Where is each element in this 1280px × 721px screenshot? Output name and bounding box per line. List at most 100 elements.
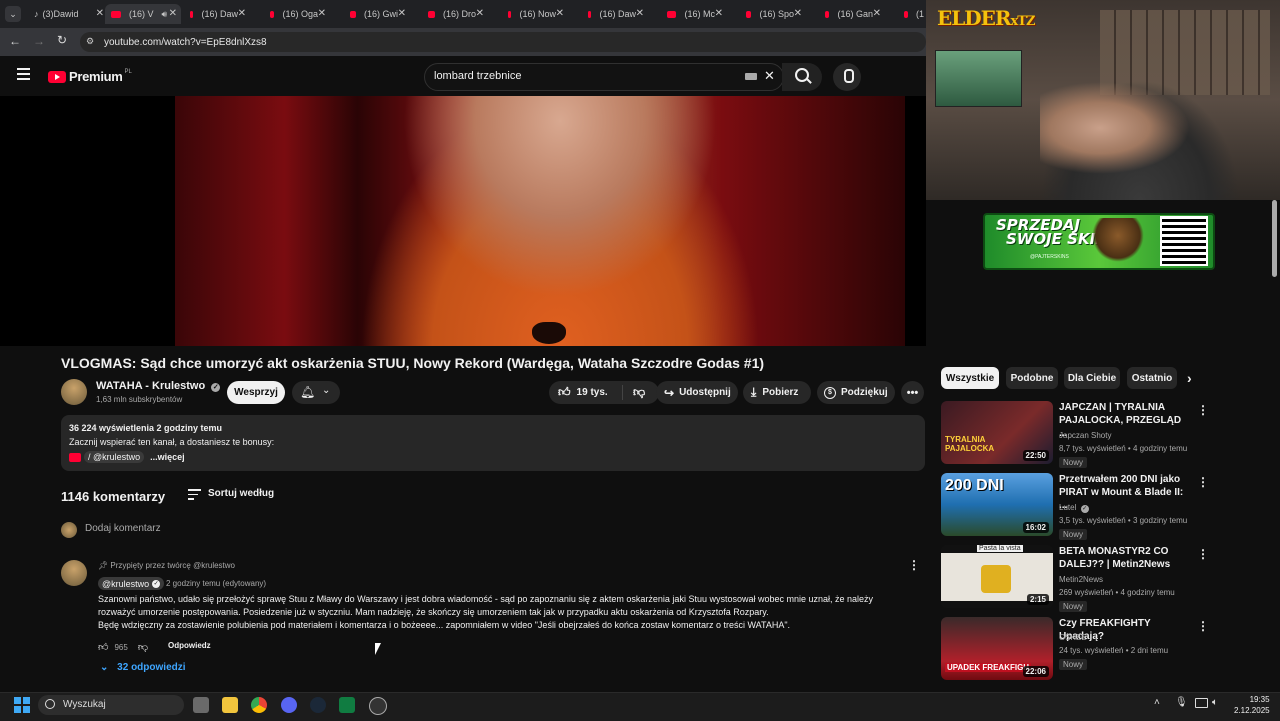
steam-icon[interactable] <box>310 697 326 713</box>
close-icon[interactable]: ✕ <box>556 8 564 19</box>
speaker-icon[interactable]: 🔊︎ <box>162 9 168 20</box>
close-icon[interactable]: ✕ <box>398 8 406 19</box>
more-icon[interactable]: ⋮ <box>1197 475 1209 489</box>
close-icon[interactable]: ✕ <box>169 8 177 19</box>
browser-tab[interactable]: (16) Mc ✕ <box>667 4 723 24</box>
browser-tab[interactable]: (1 <box>904 4 924 24</box>
recommendation-channel[interactable]: Metin2News <box>1059 575 1103 584</box>
recommendation-channel[interactable]: Japczan Shoty <box>1059 431 1111 440</box>
site-info-icon[interactable]: ⚙ <box>86 36 94 47</box>
recommendation-item[interactable]: Pasta la vista 2:15 BETA MONASTYR2 CO DA… <box>941 545 1211 612</box>
chip-all[interactable]: Wszystkie <box>941 367 999 389</box>
browser-tab[interactable]: (16) Dro ✕ <box>428 4 484 24</box>
browser-tab[interactable]: (16) Spo ✕ <box>746 4 802 24</box>
taskbar-clock[interactable]: 19:35 2.12.2025 <box>1234 694 1270 716</box>
chip-for-you[interactable]: Dla Ciebie <box>1064 367 1120 389</box>
display-icon[interactable] <box>1195 698 1208 708</box>
join-button[interactable]: Wesprzyj <box>227 381 285 404</box>
youtube-logo[interactable]: Premium PL <box>48 69 132 84</box>
notifications-button[interactable]: 🔔︎ ⌄ <box>292 381 340 404</box>
reload-icon[interactable]: ↻ <box>57 33 67 47</box>
keyboard-icon[interactable] <box>745 73 757 80</box>
close-icon[interactable]: ✕ <box>794 8 802 19</box>
share-button[interactable]: ↪ Udostępnij <box>656 381 738 404</box>
clear-search-icon[interactable]: ✕ <box>764 68 775 84</box>
scrollbar[interactable] <box>1272 200 1277 277</box>
add-comment-input[interactable]: Dodaj komentarz <box>85 523 161 534</box>
discord-icon[interactable] <box>281 697 297 713</box>
video-thumbnail[interactable]: Pasta la vista 2:15 <box>941 545 1053 608</box>
browser-tab[interactable]: ♪ (3)Dawid ✕ <box>34 4 104 24</box>
back-icon[interactable]: ← <box>9 34 21 48</box>
menu-icon[interactable] <box>17 68 30 80</box>
forward-icon[interactable]: → <box>33 34 45 48</box>
chip-recent[interactable]: Ostatnio <box>1127 367 1177 389</box>
search-value[interactable]: lombard trzebnice <box>434 70 521 82</box>
windows-start-icon[interactable] <box>14 697 30 713</box>
thumbs-down-icon[interactable]: 👎︎ <box>138 641 148 653</box>
thumbs-up-icon[interactable]: 👍︎ <box>98 641 108 653</box>
show-replies-button[interactable]: ⌄ 32 odpowiedzi <box>100 662 186 673</box>
app-icon[interactable] <box>369 697 387 715</box>
comment-more-icon[interactable]: ⋮ <box>908 558 920 572</box>
thumbnail-text: TYRALNIA PAJALOCKA <box>945 435 995 453</box>
recommendation-item[interactable]: TYRALNIA PAJALOCKA 22:50 JAPCZAN | TYRAL… <box>941 401 1211 468</box>
reply-button[interactable]: Odpowiedz <box>168 641 211 650</box>
chrome-icon[interactable] <box>251 697 267 713</box>
channel-name-text[interactable]: WATAHA - Krulestwo <box>96 380 205 392</box>
browser-tab[interactable]: (16) Oga ✕ <box>270 4 326 24</box>
excel-icon[interactable] <box>339 697 355 713</box>
close-icon[interactable]: ✕ <box>715 8 723 19</box>
recommendation-channel[interactable]: OSKEE <box>1059 633 1087 642</box>
taskbar-search[interactable] <box>38 695 184 715</box>
close-icon[interactable]: ✕ <box>238 8 246 19</box>
recommendation-title[interactable]: BETA MONASTYR2 CO DALEJ?? | Metin2News <box>1059 545 1189 571</box>
channel-handle-link[interactable]: / @krulestwo <box>84 451 145 463</box>
dislike-button[interactable]: 👎︎ <box>623 385 645 400</box>
url-text[interactable]: youtube.com/watch?v=EpE8dnlXzs8 <box>104 37 267 48</box>
close-icon[interactable]: ✕ <box>318 8 326 19</box>
comment-author-avatar[interactable] <box>61 560 87 586</box>
like-button[interactable]: 👍︎ 19 tys. <box>549 385 623 400</box>
recommendation-item[interactable]: UPADEK FREAKFIGH 22:06 Czy FREAKFIGHTY U… <box>941 617 1211 685</box>
close-icon[interactable]: ✕ <box>873 8 881 19</box>
comment-author-badge[interactable]: @krulestwo ✓ <box>98 577 165 590</box>
browser-tab[interactable]: (16) Gwi ✕ <box>350 4 406 24</box>
sort-icon[interactable] <box>188 489 201 500</box>
file-explorer-icon[interactable] <box>222 697 238 713</box>
recommendation-channel[interactable]: Lutel ✓ <box>1059 503 1089 513</box>
comment-time[interactable]: 2 godziny temu (edytowany) <box>166 579 266 588</box>
more-icon[interactable]: ⋮ <box>1197 403 1209 417</box>
chevron-up-icon[interactable]: ˄ <box>1154 697 1160 708</box>
browser-tab[interactable]: (16) Daw ✕ <box>190 4 246 24</box>
video-thumbnail[interactable]: 200 DNI 16:02 <box>941 473 1053 536</box>
browser-tab-active[interactable]: (16) V 🔊︎ ✕ <box>105 4 181 24</box>
thanks-button[interactable]: $ Podziękuj <box>817 381 895 404</box>
channel-avatar[interactable] <box>61 379 87 405</box>
volume-icon[interactable]: 🔈︎ <box>1212 697 1218 708</box>
more-icon[interactable]: ⋮ <box>1197 547 1209 561</box>
tab-search-dropdown[interactable]: ⌄ <box>5 6 21 22</box>
chip-related[interactable]: Podobne <box>1006 367 1058 389</box>
channel-text[interactable]: Lutel <box>1059 503 1076 512</box>
show-more-link[interactable]: ...więcej <box>150 452 185 462</box>
video-thumbnail[interactable]: UPADEK FREAKFIGH 22:06 <box>941 617 1053 680</box>
video-thumbnail[interactable]: TYRALNIA PAJALOCKA 22:50 <box>941 401 1053 464</box>
taskbar-search-text[interactable]: Wyszukaj <box>63 699 106 710</box>
recommendation-item[interactable]: 200 DNI 16:02 Przetrwałem 200 DNI jako P… <box>941 473 1211 540</box>
more-icon[interactable]: ⋮ <box>1197 619 1209 633</box>
close-icon[interactable]: ✕ <box>476 8 484 19</box>
sort-button[interactable]: Sortuj według <box>208 488 274 499</box>
channel-name[interactable]: WATAHA - Krulestwo ✓ <box>96 380 221 392</box>
browser-tab[interactable]: (16) Gan ✕ <box>825 4 881 24</box>
more-actions-button[interactable]: ••• <box>901 381 924 404</box>
close-icon[interactable]: ✕ <box>96 8 104 19</box>
close-icon[interactable]: ✕ <box>636 8 644 19</box>
microphone-icon[interactable]: 🎙︎ <box>1175 697 1188 708</box>
comment-author[interactable]: @krulestwo <box>102 579 149 589</box>
chevron-right-icon[interactable]: › <box>1187 370 1192 386</box>
browser-tab[interactable]: (16) Now ✕ <box>508 4 564 24</box>
browser-tab[interactable]: (16) Daw ✕ <box>588 4 644 24</box>
task-view-icon[interactable] <box>193 697 209 713</box>
download-button[interactable]: ⤓ Pobierz <box>743 381 811 404</box>
